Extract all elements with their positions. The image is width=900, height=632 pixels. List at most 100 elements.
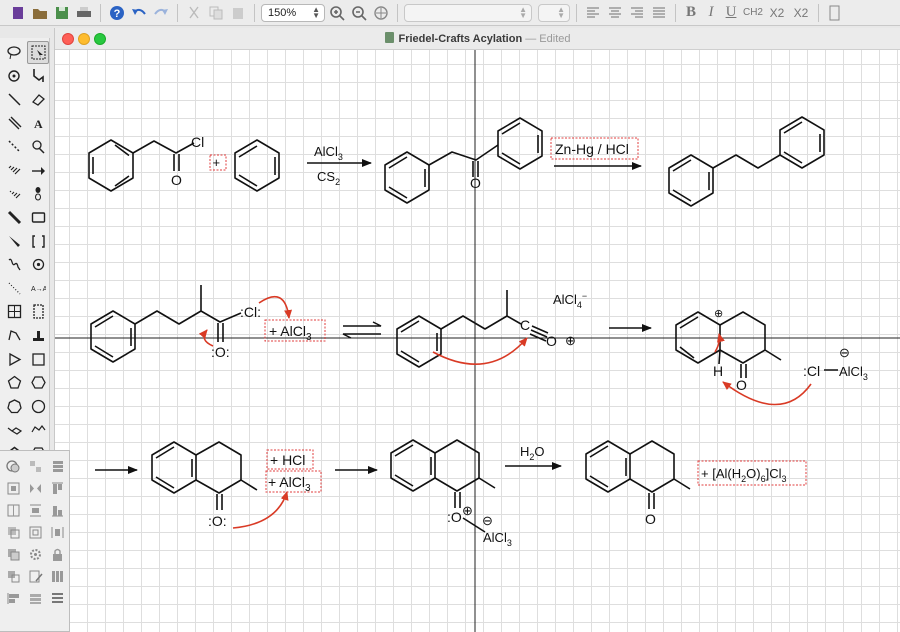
atom-map-icon[interactable] [27, 253, 49, 276]
italic-button[interactable]: I [702, 4, 720, 21]
lasso-icon[interactable] [3, 41, 25, 64]
align-bottom-icon[interactable] [46, 501, 68, 520]
tlc-plate-icon[interactable] [27, 301, 49, 324]
template-ring-icon[interactable] [3, 324, 25, 347]
electron-push-arrow[interactable] [432, 337, 528, 365]
layers-icon[interactable] [24, 589, 46, 608]
distribute-horizontal-icon[interactable] [46, 523, 68, 542]
octagon-template-icon[interactable] [27, 395, 49, 418]
edit-document-icon[interactable] [24, 567, 46, 586]
paste-icon[interactable] [228, 3, 248, 23]
hexagon-template-icon[interactable] [27, 371, 49, 394]
bring-forward-icon[interactable] [24, 523, 46, 542]
double-bond-icon[interactable] [3, 112, 25, 135]
benzene[interactable] [234, 139, 280, 192]
distribute-vertical-icon[interactable] [24, 501, 46, 520]
eraser-icon[interactable] [27, 88, 49, 111]
text-tool-icon[interactable]: A [27, 112, 49, 135]
align-center-icon[interactable] [605, 3, 625, 23]
chemical-format-button[interactable]: CH2 [742, 7, 764, 18]
lock-icon[interactable] [46, 545, 68, 564]
wavy-bond-icon[interactable] [3, 253, 25, 276]
stamp-icon[interactable] [27, 324, 49, 347]
subscript-button[interactable]: X2 [766, 6, 788, 20]
print-icon[interactable] [74, 3, 94, 23]
deoxybenzoin[interactable] [384, 117, 543, 204]
justify-icon[interactable] [649, 3, 669, 23]
cyclopentane-envelope-icon[interactable] [27, 419, 49, 442]
brackets-icon[interactable] [27, 230, 49, 253]
bring-front-icon[interactable] [46, 457, 68, 476]
table-icon[interactable] [3, 301, 25, 324]
superscript-button[interactable]: X2 [790, 6, 812, 20]
color-swatch-icon[interactable] [825, 3, 845, 23]
send-back-icon[interactable] [2, 523, 24, 542]
new-document-icon[interactable] [8, 3, 28, 23]
arenium-intermediate[interactable] [675, 311, 782, 378]
hashed-wedge-icon[interactable] [3, 183, 25, 206]
underline-button[interactable]: U [722, 4, 740, 21]
pan-icon[interactable] [371, 3, 391, 23]
undo-icon[interactable] [129, 3, 149, 23]
electron-push-arrow[interactable] [258, 295, 293, 319]
tetralone-alcl3-complex[interactable] [390, 439, 496, 533]
tetralone-oxygen: O [736, 377, 747, 393]
wedge-bond-icon[interactable] [3, 230, 25, 253]
pentagon-template-icon[interactable] [3, 371, 25, 394]
group-icon[interactable] [2, 457, 24, 476]
negative-charge: ⊖ [839, 345, 850, 360]
flip-horizontal-icon[interactable] [24, 479, 46, 498]
orbital-icon[interactable] [27, 183, 49, 206]
bold-button[interactable]: B [682, 4, 700, 21]
final-tetralone[interactable] [585, 440, 691, 509]
single-bond-icon[interactable] [3, 88, 25, 111]
list-icon[interactable] [46, 589, 68, 608]
electron-push-arrow[interactable] [714, 333, 725, 353]
dashed-bond-icon[interactable] [3, 135, 25, 158]
stack-icon[interactable] [2, 545, 24, 564]
align-center-object-icon[interactable] [2, 501, 24, 520]
cyclohexane-chair-icon[interactable] [3, 419, 25, 442]
copy-icon[interactable] [206, 3, 226, 23]
reaction-map-icon[interactable]: A→A [27, 277, 49, 300]
square-template-icon[interactable] [27, 348, 49, 371]
help-icon[interactable]: ? [107, 3, 127, 23]
bibenzyl[interactable] [668, 116, 825, 207]
align-right-icon[interactable] [627, 3, 647, 23]
arrow-tool-icon[interactable] [27, 159, 49, 182]
marquee-select-icon[interactable] [27, 41, 49, 64]
redo-icon[interactable] [151, 3, 171, 23]
align-grid-icon[interactable] [2, 479, 24, 498]
equilibrium-arrows[interactable] [342, 321, 382, 339]
zoom-select[interactable]: 150% ▲ ▼ [261, 3, 325, 22]
align-left-icon[interactable] [583, 3, 603, 23]
tetralone-product[interactable] [151, 441, 258, 510]
heptagon-template-icon[interactable] [3, 395, 25, 418]
toolbar-divider [675, 3, 676, 22]
rotate-icon[interactable] [3, 65, 25, 88]
cut-icon[interactable] [184, 3, 204, 23]
ungroup-icon[interactable] [24, 457, 46, 476]
align-left-object-icon[interactable] [2, 589, 24, 608]
columns-icon[interactable] [46, 567, 68, 586]
font-size-select[interactable]: ▲ ▼ [538, 3, 570, 22]
font-family-select[interactable]: ▲ ▼ [404, 3, 532, 22]
zoom-in-icon[interactable] [327, 3, 347, 23]
settings-gear-icon[interactable] [24, 545, 46, 564]
pen-tool-icon[interactable] [27, 135, 49, 158]
align-top-icon[interactable] [46, 479, 68, 498]
save-icon[interactable] [52, 3, 72, 23]
positive-charge: ⊕ [565, 333, 576, 348]
rectangle-icon[interactable] [27, 206, 49, 229]
zoom-out-icon[interactable] [349, 3, 369, 23]
open-folder-icon[interactable] [30, 3, 50, 23]
aluminum-hexaaqua-chloride: + [Al(H2O)6]Cl3 [701, 466, 786, 484]
triangle-template-icon[interactable] [3, 348, 25, 371]
electron-push-arrow[interactable] [232, 491, 289, 529]
bold-bond-icon[interactable] [3, 206, 25, 229]
query-bond-icon[interactable] [3, 277, 25, 300]
overlap-icon[interactable] [2, 567, 24, 586]
drawing-canvas[interactable]: Cl O + AlCl3 CS2 O Zn-Hg / HCl:Cl::O: … [55, 50, 900, 632]
chain-icon[interactable] [27, 65, 49, 88]
hashed-bond-icon[interactable] [3, 159, 25, 182]
